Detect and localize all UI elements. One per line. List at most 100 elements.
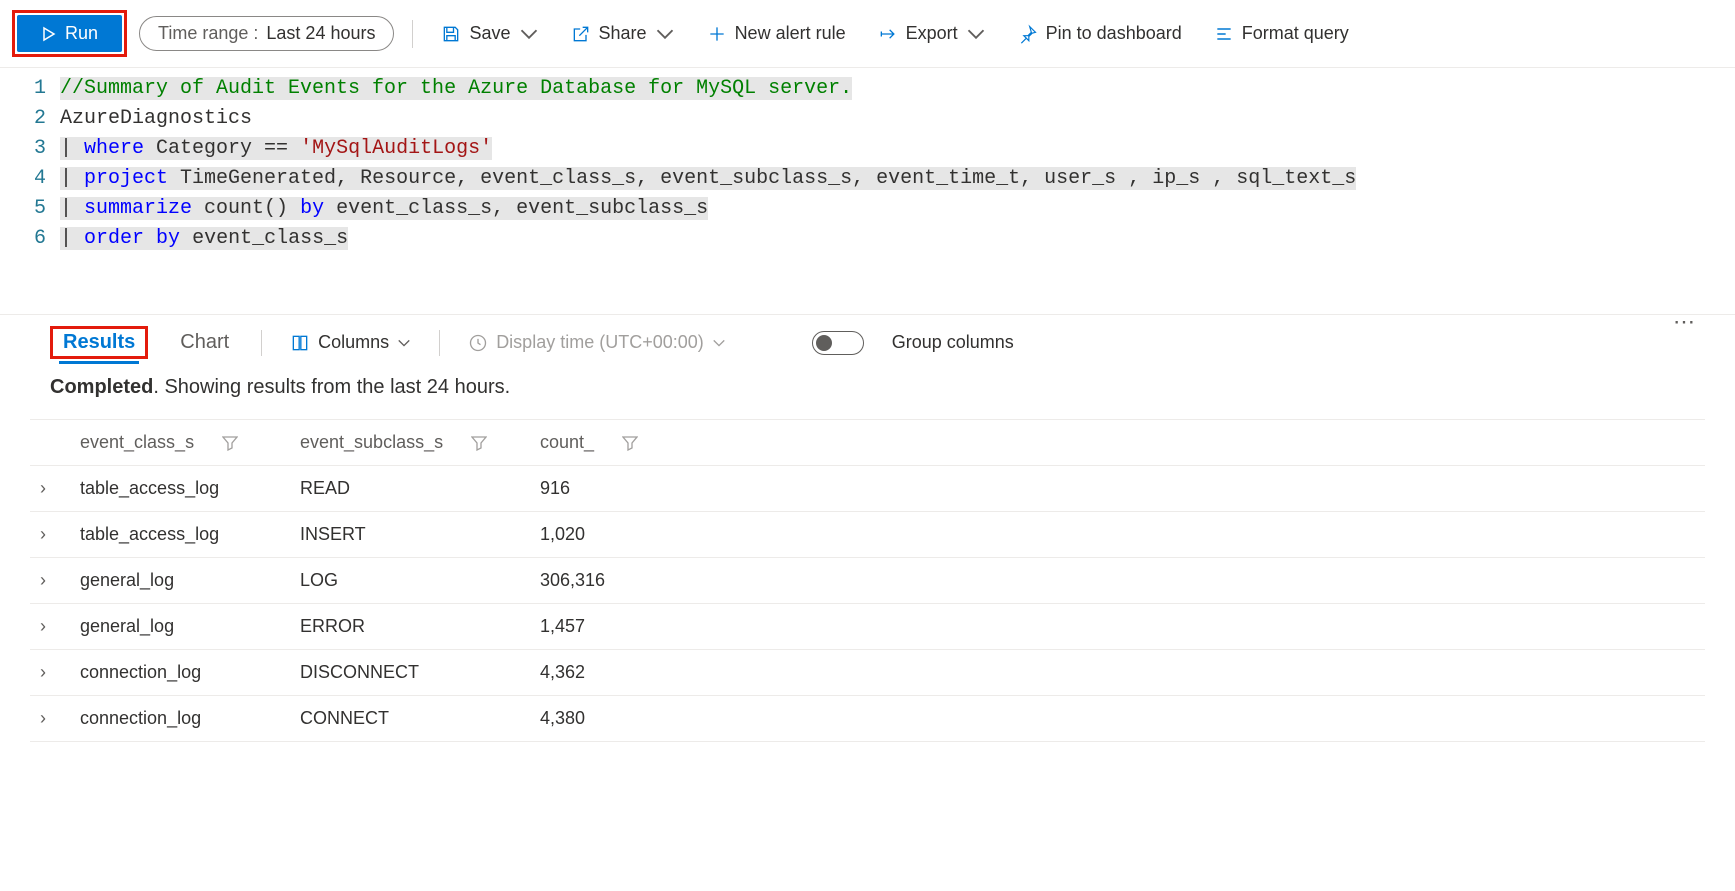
table-row[interactable]: ›general_logERROR1,457 bbox=[30, 604, 1705, 650]
cell-event-class: general_log bbox=[80, 616, 300, 637]
filter-icon[interactable] bbox=[471, 435, 487, 451]
save-button[interactable]: Save bbox=[431, 17, 548, 50]
tab-results[interactable]: Results bbox=[59, 325, 139, 364]
new-alert-button[interactable]: New alert rule bbox=[697, 17, 856, 50]
cell-event-class: general_log bbox=[80, 570, 300, 591]
pin-icon bbox=[1018, 24, 1038, 44]
display-time-button[interactable]: Display time (UTC+00:00) bbox=[468, 332, 726, 353]
line-number: 4 bbox=[0, 164, 60, 194]
save-label: Save bbox=[469, 23, 510, 44]
columns-button[interactable]: Columns bbox=[290, 332, 411, 353]
cell-event-subclass: READ bbox=[300, 478, 540, 499]
run-label: Run bbox=[65, 23, 98, 44]
cell-count: 916 bbox=[540, 478, 740, 499]
share-label: Share bbox=[599, 23, 647, 44]
line-number: 1 bbox=[0, 74, 60, 104]
time-range-value: Last 24 hours bbox=[266, 23, 375, 44]
table-row[interactable]: ›table_access_logREAD916 bbox=[30, 466, 1705, 512]
toolbar: Run Time range : Last 24 hours Save Shar… bbox=[0, 0, 1735, 68]
table-row[interactable]: ›connection_logDISCONNECT4,362 bbox=[30, 650, 1705, 696]
cell-event-class: table_access_log bbox=[80, 478, 300, 499]
results-grid: event_class_s event_subclass_s count_ ›t… bbox=[30, 419, 1705, 742]
code-line[interactable]: | where Category == 'MySqlAuditLogs' bbox=[60, 134, 492, 164]
divider bbox=[261, 330, 262, 356]
col-header-label: event_class_s bbox=[80, 432, 194, 453]
play-icon bbox=[41, 26, 57, 42]
columns-icon bbox=[290, 333, 310, 353]
pin-button[interactable]: Pin to dashboard bbox=[1008, 17, 1192, 50]
share-icon bbox=[571, 24, 591, 44]
cell-event-subclass: LOG bbox=[300, 570, 540, 591]
tab-chart[interactable]: Chart bbox=[176, 325, 233, 360]
cell-event-subclass: DISCONNECT bbox=[300, 662, 540, 683]
code-line[interactable]: //Summary of Audit Events for the Azure … bbox=[60, 74, 852, 104]
chevron-down-icon bbox=[966, 24, 986, 44]
table-row[interactable]: ›table_access_logINSERT1,020 bbox=[30, 512, 1705, 558]
cell-count: 1,020 bbox=[540, 524, 740, 545]
code-line[interactable]: | order by event_class_s bbox=[60, 224, 348, 254]
code-line[interactable]: AzureDiagnostics bbox=[60, 104, 252, 134]
format-query-button[interactable]: Format query bbox=[1204, 17, 1359, 50]
columns-label: Columns bbox=[318, 332, 389, 353]
cell-event-subclass: INSERT bbox=[300, 524, 540, 545]
status-completed: Completed bbox=[50, 376, 153, 398]
cell-event-class: connection_log bbox=[80, 662, 300, 683]
col-header-label: count_ bbox=[540, 432, 594, 453]
line-number: 5 bbox=[0, 194, 60, 224]
chevron-down-icon bbox=[519, 24, 539, 44]
grid-header: event_class_s event_subclass_s count_ bbox=[30, 420, 1705, 466]
export-label: Export bbox=[906, 23, 958, 44]
query-editor[interactable]: 1//Summary of Audit Events for the Azure… bbox=[0, 68, 1735, 314]
line-number: 6 bbox=[0, 224, 60, 254]
share-button[interactable]: Share bbox=[561, 17, 685, 50]
col-header-label: event_subclass_s bbox=[300, 432, 443, 453]
time-range-picker[interactable]: Time range : Last 24 hours bbox=[139, 16, 394, 51]
cell-count: 4,380 bbox=[540, 708, 740, 729]
save-icon bbox=[441, 24, 461, 44]
chevron-down-icon bbox=[655, 24, 675, 44]
line-number: 3 bbox=[0, 134, 60, 164]
col-header[interactable]: count_ bbox=[540, 432, 740, 453]
expand-icon[interactable]: › bbox=[40, 570, 80, 591]
pin-label: Pin to dashboard bbox=[1046, 23, 1182, 44]
table-row[interactable]: ›general_logLOG306,316 bbox=[30, 558, 1705, 604]
code-line[interactable]: | project TimeGenerated, Resource, event… bbox=[60, 164, 1356, 194]
code-line[interactable]: | summarize count() by event_class_s, ev… bbox=[60, 194, 708, 224]
results-toolbar: ⋯ Results Chart Columns Display time (UT… bbox=[0, 314, 1735, 360]
chevron-down-icon bbox=[712, 336, 726, 350]
table-row[interactable]: ›connection_logCONNECT4,380 bbox=[30, 696, 1705, 742]
plus-icon bbox=[707, 24, 727, 44]
divider bbox=[439, 330, 440, 356]
status-detail: . Showing results from the last 24 hours… bbox=[153, 376, 510, 398]
cell-count: 306,316 bbox=[540, 570, 740, 591]
format-icon bbox=[1214, 24, 1234, 44]
expand-icon[interactable]: › bbox=[40, 524, 80, 545]
expand-icon[interactable]: › bbox=[40, 662, 80, 683]
time-range-label: Time range : bbox=[158, 23, 258, 44]
cell-count: 4,362 bbox=[540, 662, 740, 683]
expand-icon[interactable]: › bbox=[40, 478, 80, 499]
col-header[interactable]: event_class_s bbox=[80, 432, 300, 453]
group-columns-toggle[interactable] bbox=[812, 331, 864, 355]
cell-event-class: table_access_log bbox=[80, 524, 300, 545]
filter-icon[interactable] bbox=[622, 435, 638, 451]
filter-icon[interactable] bbox=[222, 435, 238, 451]
new-alert-label: New alert rule bbox=[735, 23, 846, 44]
format-label: Format query bbox=[1242, 23, 1349, 44]
divider bbox=[412, 20, 413, 48]
status-line: Completed. Showing results from the last… bbox=[0, 360, 1735, 405]
results-tab-highlight: Results bbox=[50, 326, 148, 359]
expand-icon[interactable]: › bbox=[40, 708, 80, 729]
cell-count: 1,457 bbox=[540, 616, 740, 637]
line-number: 2 bbox=[0, 104, 60, 134]
cell-event-class: connection_log bbox=[80, 708, 300, 729]
col-header[interactable]: event_subclass_s bbox=[300, 432, 540, 453]
chevron-down-icon bbox=[397, 336, 411, 350]
run-button[interactable]: Run bbox=[17, 15, 122, 52]
expand-icon[interactable]: › bbox=[40, 616, 80, 637]
export-button[interactable]: Export bbox=[868, 17, 996, 50]
display-time-label: Display time (UTC+00:00) bbox=[496, 332, 704, 353]
export-icon bbox=[878, 24, 898, 44]
cell-event-subclass: CONNECT bbox=[300, 708, 540, 729]
more-icon[interactable]: ⋯ bbox=[1673, 309, 1695, 335]
